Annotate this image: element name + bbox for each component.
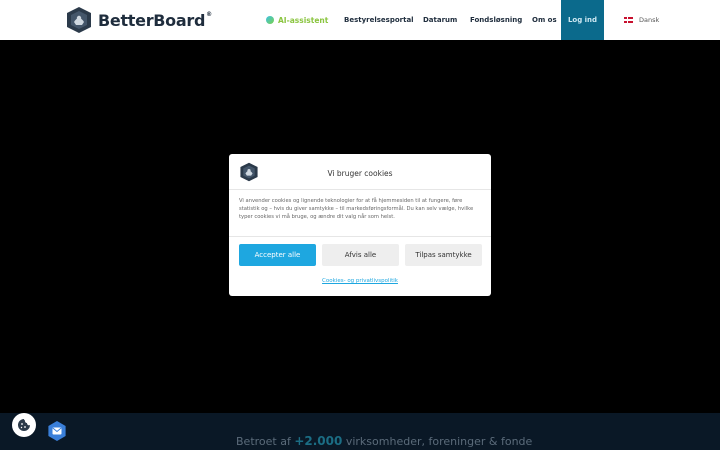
mail-icon: [52, 427, 62, 435]
nav-fondslosning[interactable]: Fondsløsning: [470, 0, 522, 40]
language-selector[interactable]: Dansk: [624, 0, 659, 40]
nav-ai-label: AI-assistent: [278, 15, 329, 25]
dialog-body: Vi anvender cookies og lignende teknolog…: [239, 198, 474, 221]
cookie-icon: [18, 419, 30, 431]
login-button[interactable]: Log ind: [561, 0, 604, 40]
cookie-consent-dialog: Vi bruger cookies Vi anvender cookies og…: [229, 154, 491, 296]
accept-all-button[interactable]: Accepter alle: [239, 244, 316, 266]
brand-logo[interactable]: BetterBoard®: [65, 6, 212, 34]
trust-number: +2.000: [294, 434, 343, 448]
nav-bestyrelsesportal[interactable]: Bestyrelsesportal: [344, 0, 414, 40]
dialog-title: Vi bruger cookies: [327, 169, 393, 178]
ai-icon: [266, 16, 274, 24]
deny-all-button[interactable]: Afvis alle: [322, 244, 399, 266]
trust-text: Betroet af +2.000 virksomheder, forening…: [236, 434, 533, 448]
nav-om-os[interactable]: Om os: [532, 0, 557, 40]
nav-datarum[interactable]: Datarum: [423, 0, 457, 40]
cookie-settings-button[interactable]: [12, 413, 36, 437]
divider: [229, 189, 491, 190]
language-label: Dansk: [639, 16, 660, 24]
site-header: BetterBoard® AI-assistent Bestyrelsespor…: [0, 0, 720, 40]
danish-flag-icon: [624, 17, 633, 23]
brand-name: BetterBoard®: [98, 10, 212, 30]
privacy-policy-link[interactable]: Cookies- og privatlivspolitik: [229, 278, 491, 284]
nav-ai-assistant[interactable]: AI-assistent: [266, 0, 328, 40]
customize-consent-button[interactable]: Tilpas samtykke: [405, 244, 482, 266]
divider: [229, 236, 491, 237]
shield-logo-icon: [67, 7, 91, 33]
